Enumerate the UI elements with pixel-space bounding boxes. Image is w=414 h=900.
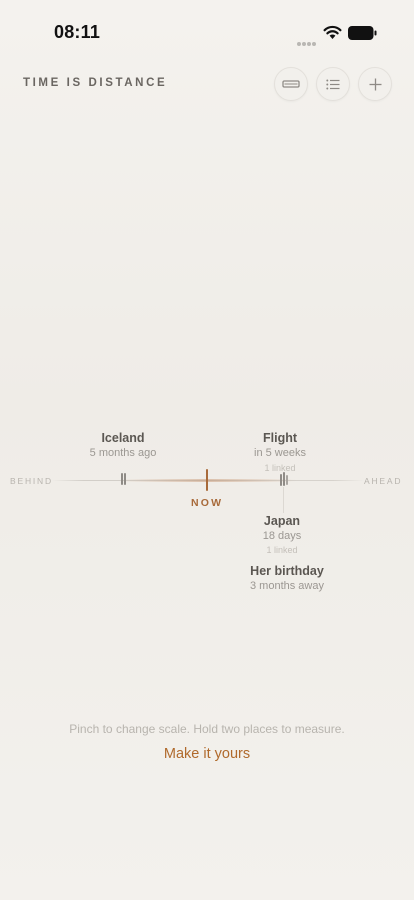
event-marker-iceland-2: [124, 473, 126, 485]
behind-label: BEHIND: [10, 476, 53, 486]
ruler-icon: [282, 80, 300, 88]
ahead-label: AHEAD: [364, 476, 403, 486]
battery-icon: [348, 26, 377, 40]
list-button[interactable]: [316, 67, 350, 101]
plus-icon: [369, 78, 381, 90]
ruler-button[interactable]: [274, 67, 308, 101]
status-bar: 08:11: [0, 0, 414, 60]
make-it-yours-link[interactable]: Make it yours: [0, 746, 414, 762]
event-linked-japan: 1 linked: [266, 545, 298, 555]
event-subtitle-her-birthday: 3 months away: [250, 580, 324, 592]
event-linked-flight: 1 linked: [264, 463, 296, 473]
event-marker-birthday[interactable]: [286, 475, 288, 485]
wifi-icon: [323, 25, 342, 39]
event-marker-japan[interactable]: [283, 472, 285, 486]
scale-hint: Pinch to change scale. Hold two places t…: [69, 722, 345, 736]
status-time: 08:11: [54, 22, 101, 42]
event-title-flight[interactable]: Flight: [230, 431, 330, 445]
event-title-japan[interactable]: Japan: [232, 514, 332, 528]
app-title: TIME IS DISTANCE: [23, 77, 168, 89]
now-label: NOW: [191, 497, 224, 509]
event-connector: [283, 487, 284, 513]
event-title-her-birthday[interactable]: Her birthday: [227, 564, 347, 578]
event-marker-flight[interactable]: [280, 474, 282, 486]
list-icon: [326, 79, 340, 89]
event-marker-iceland[interactable]: [121, 473, 123, 485]
event-subtitle-japan: 18 days: [262, 530, 302, 542]
add-button[interactable]: [358, 67, 392, 101]
now-marker: [206, 469, 208, 491]
event-subtitle-iceland: 5 months ago: [89, 447, 157, 459]
event-subtitle-flight: in 5 weeks: [254, 447, 306, 459]
event-title-iceland[interactable]: Iceland: [73, 431, 173, 445]
signal-dots-icon: [297, 33, 319, 46]
